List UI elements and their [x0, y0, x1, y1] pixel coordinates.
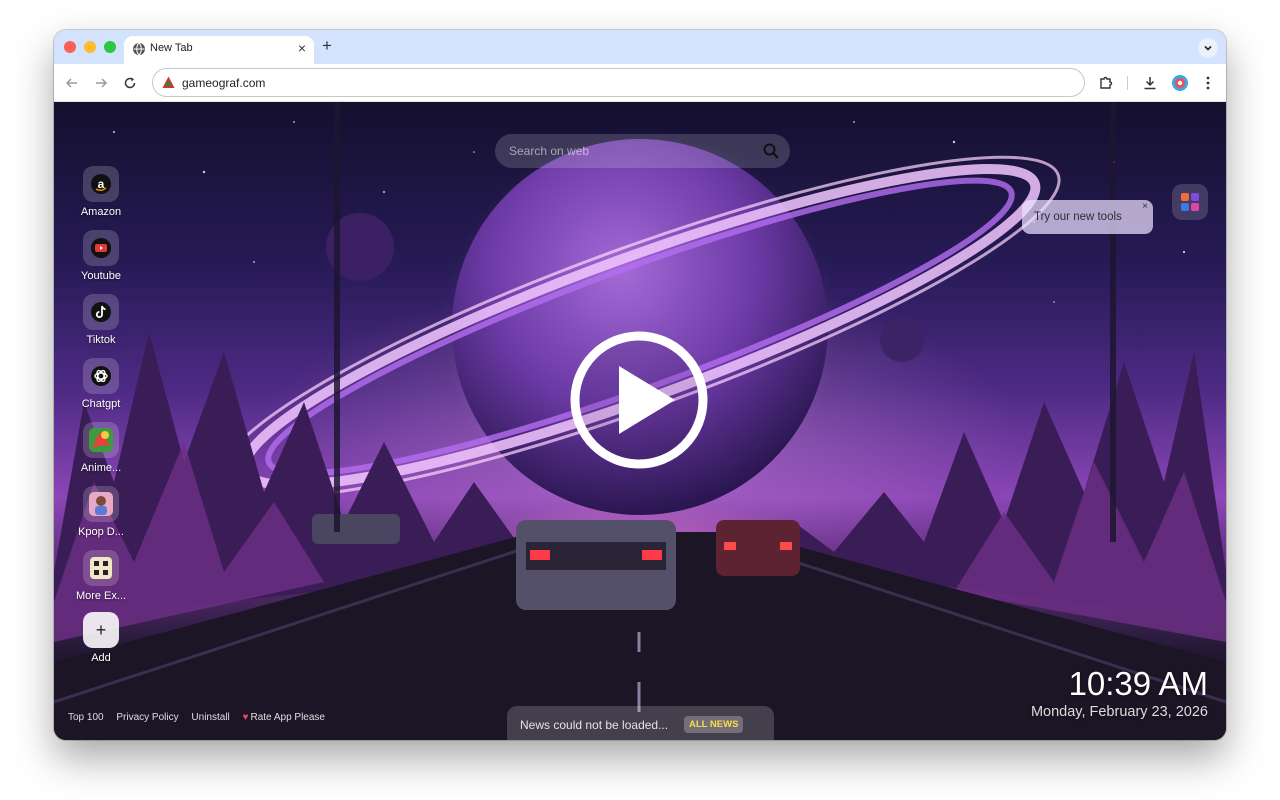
browser-menu-button[interactable]	[1198, 73, 1218, 93]
add-shortcut-button[interactable]: + Add	[72, 612, 130, 664]
close-icon[interactable]: ×	[1142, 201, 1148, 212]
clock-widget: 10:39 AM Monday, February 23, 2026	[1030, 665, 1208, 721]
profile-button[interactable]	[1170, 73, 1190, 93]
add-shortcut-tile[interactable]: +	[83, 612, 119, 648]
avatar	[1172, 75, 1188, 91]
new-tools-text: Try our new tools	[1034, 211, 1122, 223]
shortcut-label: Anime...	[80, 462, 122, 474]
reload-button[interactable]	[120, 73, 140, 93]
globe-icon	[133, 42, 145, 56]
download-icon	[1144, 77, 1156, 90]
shortcut-label: More Ex...	[75, 590, 127, 602]
chatgpt-icon	[91, 366, 111, 386]
shortcut-chatgpt[interactable]: Chatgpt	[72, 358, 130, 410]
all-news-button[interactable]: ALL NEWS	[684, 716, 744, 733]
uninstall-link[interactable]: Uninstall	[191, 712, 229, 723]
browser-toolbar: gameograf.com	[54, 64, 1226, 102]
site-favicon-icon	[162, 76, 175, 88]
apps-menu-button[interactable]	[1172, 184, 1208, 220]
shortcut-anime[interactable]: Anime...	[72, 422, 130, 474]
new-tools-tooltip[interactable]: Try our new tools ×	[1022, 200, 1153, 234]
close-window-button[interactable]	[64, 41, 76, 53]
shortcut-label: Kpop D...	[78, 526, 124, 538]
search-input[interactable]: Search on web	[509, 144, 589, 158]
clock-time: 10:39 AM	[1068, 665, 1208, 702]
news-status-text: News could not be loaded...	[520, 718, 669, 732]
shortcut-label: Chatgpt	[81, 398, 121, 410]
news-bar: News could not be loaded... ALL NEWS	[507, 706, 774, 740]
shortcut-label: Add	[91, 652, 111, 664]
play-video-button[interactable]	[569, 330, 709, 470]
shortcut-tile[interactable]	[83, 422, 119, 458]
kpop-icon	[89, 492, 113, 516]
tab-search-button[interactable]	[1198, 38, 1218, 58]
reload-icon	[124, 77, 136, 89]
amazon-icon: a	[91, 174, 111, 194]
browser-window: New Tab × + gameograf.com Search on web …	[54, 30, 1226, 740]
shortcut-tiktok[interactable]: Tiktok	[72, 294, 130, 346]
shortcut-tile[interactable]	[83, 358, 119, 394]
apps-grid-icon	[1181, 193, 1199, 211]
minimize-window-button[interactable]	[84, 41, 96, 53]
tab-strip: New Tab × +	[54, 30, 1226, 64]
arrow-right-icon	[96, 78, 108, 88]
tiktok-icon	[91, 302, 111, 322]
maximize-window-button[interactable]	[104, 41, 116, 53]
shortcut-tile[interactable]	[83, 230, 119, 266]
url-text: gameograf.com	[182, 76, 266, 90]
tab-title: New Tab	[150, 42, 193, 54]
new-tab-page: Search on web a Amazon Youtube Tiktok Ch…	[54, 102, 1226, 740]
shortcut-tile[interactable]	[83, 486, 119, 522]
downloads-button[interactable]	[1140, 73, 1160, 93]
youtube-icon	[91, 238, 111, 258]
toolbar-divider	[1127, 76, 1128, 90]
anime-icon	[89, 428, 113, 452]
privacy-policy-link[interactable]: Privacy Policy	[116, 712, 178, 723]
shortcut-label: Tiktok	[86, 334, 116, 346]
shortcut-label: Amazon	[80, 206, 122, 218]
address-bar[interactable]: gameograf.com	[152, 68, 1085, 97]
shortcut-more-extensions[interactable]: More Ex...	[72, 550, 130, 602]
tab-new-tab[interactable]: New Tab ×	[124, 36, 314, 64]
search-icon[interactable]	[762, 142, 780, 160]
more-extensions-icon	[90, 557, 112, 579]
search-bar[interactable]: Search on web	[495, 134, 790, 168]
forward-button[interactable]	[91, 73, 111, 93]
shortcut-tile[interactable]	[83, 294, 119, 330]
plus-icon: +	[95, 619, 107, 640]
back-button[interactable]	[62, 73, 82, 93]
new-tab-button[interactable]: +	[322, 37, 332, 55]
chevron-down-icon	[1204, 45, 1212, 51]
clock-date: Monday, February 23, 2026	[1030, 704, 1208, 720]
shortcut-tile[interactable]	[83, 550, 119, 586]
tab-close-icon[interactable]: ×	[298, 40, 306, 56]
shortcut-youtube[interactable]: Youtube	[72, 230, 130, 282]
rate-app-link[interactable]: Rate App Please	[250, 712, 325, 723]
shortcut-amazon[interactable]: a Amazon	[72, 166, 130, 218]
shortcut-label: Youtube	[81, 270, 121, 282]
top-100-link[interactable]: Top 100	[68, 712, 104, 723]
heart-icon: ♥	[242, 712, 249, 723]
extensions-button[interactable]	[1096, 73, 1116, 93]
more-vertical-icon	[1206, 76, 1210, 90]
footer-links: Top 100 Privacy Policy Uninstall ♥ Rate A…	[68, 712, 335, 723]
puzzle-icon	[1100, 76, 1113, 89]
arrow-left-icon	[65, 78, 77, 88]
shortcut-tile[interactable]: a	[83, 166, 119, 202]
shortcut-kpop[interactable]: Kpop D...	[72, 486, 130, 538]
